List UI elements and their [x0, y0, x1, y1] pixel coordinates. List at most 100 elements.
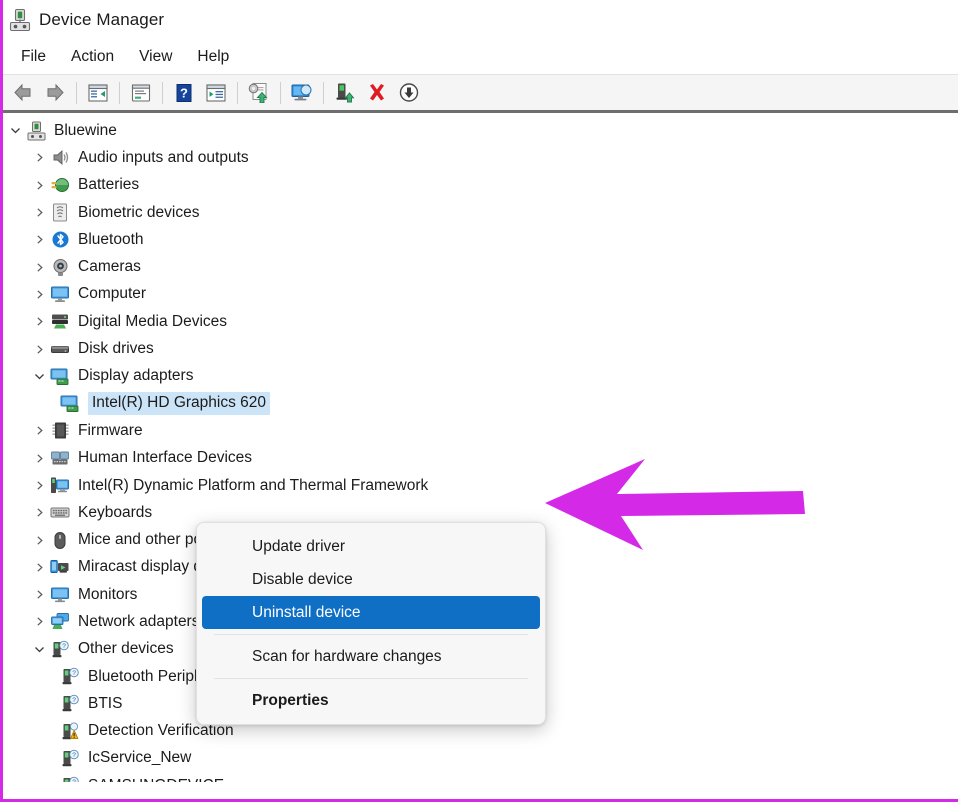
tree-item-label: Keyboards: [78, 503, 153, 521]
tree-item-label: BTIS: [88, 694, 123, 712]
hid-icon: [49, 448, 71, 468]
monitor-icon: [49, 585, 71, 605]
show-hide-console-tree-button[interactable]: [82, 78, 114, 108]
toolbar-separator: [119, 81, 120, 104]
display-adapter-icon: [59, 394, 81, 414]
svg-text:?: ?: [72, 670, 76, 677]
chevron-right-icon[interactable]: [29, 589, 49, 600]
ctx-uninstall-device[interactable]: Uninstall device: [202, 596, 540, 629]
chevron-right-icon[interactable]: [29, 562, 49, 573]
tree-item-label: Audio inputs and outputs: [78, 148, 249, 166]
chevron-right-icon[interactable]: [29, 616, 49, 627]
firmware-chip-icon: [49, 421, 71, 441]
ctx-update-driver[interactable]: Update driver: [202, 530, 540, 563]
chevron-right-icon[interactable]: [29, 180, 49, 191]
scan-hardware-changes-button[interactable]: [286, 78, 318, 108]
tree-item-cameras[interactable]: Cameras: [3, 253, 958, 280]
tree-item-firmware[interactable]: Firmware: [3, 417, 958, 444]
context-menu: Update driver Disable device Uninstall d…: [196, 522, 546, 725]
disable-device-button[interactable]: [393, 78, 425, 108]
uninstall-device-button[interactable]: [361, 78, 393, 108]
chevron-right-icon[interactable]: [29, 453, 49, 464]
console-tree-icon: [88, 83, 108, 102]
chevron-right-icon[interactable]: [29, 507, 49, 518]
tree-item-label: Batteries: [78, 176, 140, 194]
unknown-device-icon: ?: [59, 748, 81, 768]
tree-item-icservice-new[interactable]: ? IcService_New: [3, 745, 958, 772]
enable-device-icon: [336, 83, 355, 103]
tree-item-audio-inputs-and-outputs[interactable]: Audio inputs and outputs: [3, 144, 958, 171]
toolbar: ?: [3, 74, 958, 110]
properties-button[interactable]: [125, 78, 157, 108]
chevron-right-icon[interactable]: [29, 316, 49, 327]
back-arrow-icon: [14, 83, 31, 101]
intel-platform-icon: [49, 476, 71, 496]
unknown-device-icon: ?: [59, 667, 81, 687]
action-list-icon: [206, 83, 226, 102]
tree-item-label: IcService_New: [88, 749, 192, 767]
update-driver-button[interactable]: [243, 78, 275, 108]
media-device-icon: [49, 312, 71, 332]
tree-item-batteries[interactable]: Batteries: [3, 172, 958, 199]
tree-item-selection-highlight: Intel(R) HD Graphics 620: [88, 392, 271, 416]
tree-item-label: Biometric devices: [78, 203, 200, 221]
monitor-icon: [49, 284, 71, 304]
menu-help[interactable]: Help: [185, 45, 242, 69]
network-adapter-icon: [49, 612, 71, 632]
tree-item-disk-drives[interactable]: Disk drives: [3, 335, 958, 362]
chevron-right-icon[interactable]: [29, 480, 49, 491]
chevron-right-icon[interactable]: [29, 344, 49, 355]
menu-file[interactable]: File: [9, 45, 59, 69]
chevron-down-icon[interactable]: [5, 125, 25, 136]
toolbar-separator: [237, 81, 238, 104]
menu-action[interactable]: Action: [59, 45, 127, 69]
unknown-device-icon: ?: [49, 639, 71, 659]
speaker-icon: [49, 148, 71, 168]
tree-item-label: Display adapters: [78, 367, 194, 385]
tree-item-human-interface-devices[interactable]: Human Interface Devices: [3, 445, 958, 472]
chevron-down-icon[interactable]: [29, 644, 49, 655]
tree-item-bluewine[interactable]: Bluewine: [3, 117, 958, 144]
chevron-right-icon[interactable]: [29, 262, 49, 273]
bluetooth-icon: [49, 230, 71, 250]
camera-icon: [49, 257, 71, 277]
red-x-icon: [370, 84, 384, 101]
forward-button[interactable]: [39, 78, 71, 108]
tree-item-biometric-devices[interactable]: Biometric devices: [3, 199, 958, 226]
display-adapter-icon: [49, 366, 71, 386]
tree-item-samsungdevice[interactable]: ? SAMSUNGDEVICE: [3, 772, 958, 782]
disk-drive-icon: [49, 339, 71, 359]
tree-item-intel-hd-graphics-620[interactable]: Intel(R) HD Graphics 620: [3, 390, 958, 417]
enable-device-button[interactable]: [329, 78, 361, 108]
tree-item-intel-dynamic-platform[interactable]: Intel(R) Dynamic Platform and Thermal Fr…: [3, 472, 958, 499]
chevron-right-icon[interactable]: [29, 207, 49, 218]
help-question-icon: ?: [176, 83, 192, 102]
context-menu-separator: [214, 678, 528, 679]
tree-item-label: SAMSUNGDEVICE: [88, 777, 224, 782]
tree-item-computer[interactable]: Computer: [3, 281, 958, 308]
menu-bar: File Action View Help: [3, 40, 958, 74]
tree-item-digital-media-devices[interactable]: Digital Media Devices: [3, 308, 958, 335]
chevron-right-icon[interactable]: [29, 234, 49, 245]
chevron-right-icon[interactable]: [29, 425, 49, 436]
unknown-device-icon: ?: [59, 776, 81, 782]
properties-window-icon: [131, 83, 151, 102]
tree-item-bluetooth[interactable]: Bluetooth: [3, 226, 958, 253]
ctx-properties[interactable]: Properties: [202, 684, 540, 717]
action-menu-button[interactable]: [200, 78, 232, 108]
mouse-icon: [49, 530, 71, 550]
ctx-scan-for-hardware-changes[interactable]: Scan for hardware changes: [202, 640, 540, 673]
tree-item-display-adapters[interactable]: Display adapters: [3, 363, 958, 390]
chevron-right-icon[interactable]: [29, 535, 49, 546]
ctx-disable-device[interactable]: Disable device: [202, 563, 540, 596]
menu-view[interactable]: View: [127, 45, 185, 69]
chevron-right-icon[interactable]: [29, 289, 49, 300]
back-button[interactable]: [7, 78, 39, 108]
help-button[interactable]: ?: [168, 78, 200, 108]
device-manager-icon: [9, 8, 31, 32]
chevron-right-icon[interactable]: [29, 152, 49, 163]
tree-item-label: Cameras: [78, 258, 141, 276]
svg-text:?: ?: [72, 779, 76, 782]
chevron-down-icon[interactable]: [29, 371, 49, 382]
context-menu-separator: [214, 634, 528, 635]
